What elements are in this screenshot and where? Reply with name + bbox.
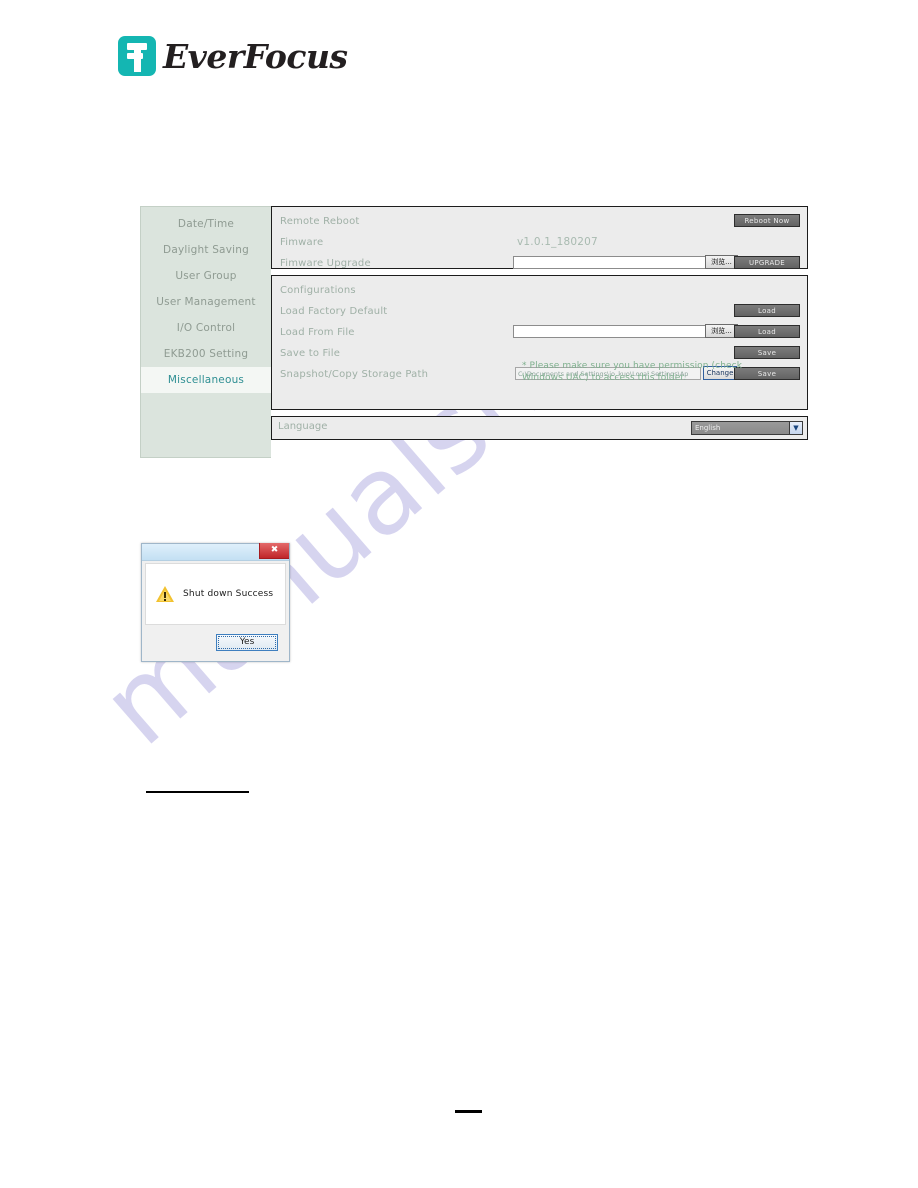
sidebar-item-date-time[interactable]: Date/Time xyxy=(141,211,271,237)
load-factory-default-row: Load Factory Default Load xyxy=(275,301,804,322)
dialog-confirm-button[interactable]: Yes xyxy=(216,633,278,651)
save-to-file-label: Save to File xyxy=(280,348,341,359)
configurations-panel: Configurations Load Factory Default Load… xyxy=(271,275,808,410)
save-to-file-button[interactable]: Save xyxy=(734,346,800,359)
firmware-label: Fimware xyxy=(280,237,324,248)
sidebar-item-miscellaneous[interactable]: Miscellaneous xyxy=(141,367,271,393)
language-selected-value: English xyxy=(695,424,721,432)
firmware-panel: Remote Reboot Reboot Now Fimware v1.0.1_… xyxy=(271,206,808,269)
sidebar-item-ekb200-setting[interactable]: EKB200 Setting xyxy=(141,341,271,367)
dialog-footer: Yes xyxy=(145,626,286,658)
remote-reboot-row: Remote Reboot Reboot Now xyxy=(275,211,804,232)
language-panel: Language English ▼ xyxy=(271,416,808,440)
snapshot-path-label: Snapshot/Copy Storage Path xyxy=(280,369,429,380)
firmware-upgrade-row: Fimware Upgrade 浏览... UPGRADE xyxy=(275,253,804,274)
language-select[interactable]: English ▼ xyxy=(691,421,803,435)
firmware-upgrade-label: Fimware Upgrade xyxy=(280,258,371,269)
dialog-message: Shut down Success xyxy=(183,589,274,599)
load-factory-default-button[interactable]: Load xyxy=(734,304,800,317)
dialog-body: Shut down Success xyxy=(145,563,286,625)
settings-content: Remote Reboot Reboot Now Fimware v1.0.1_… xyxy=(271,206,808,440)
sidebar-item-user-management[interactable]: User Management xyxy=(141,289,271,315)
sidebar-item-user-group[interactable]: User Group xyxy=(141,263,271,289)
load-factory-default-label: Load Factory Default xyxy=(280,306,388,317)
firmware-upgrade-input[interactable] xyxy=(513,256,707,269)
settings-application-screenshot: Date/Time Daylight Saving User Group Use… xyxy=(140,206,808,458)
load-from-file-input[interactable] xyxy=(513,325,707,338)
reboot-now-button[interactable]: Reboot Now xyxy=(734,214,800,227)
upgrade-button[interactable]: UPGRADE xyxy=(734,256,800,269)
firmware-version-value: v1.0.1_180207 xyxy=(517,236,598,248)
brand-name: EverFocus xyxy=(163,36,348,76)
close-icon[interactable]: ✖ xyxy=(259,543,289,559)
everfocus-f-logo-icon xyxy=(118,36,156,76)
dialog-titlebar: ✖ xyxy=(142,543,289,561)
settings-sidebar: Date/Time Daylight Saving User Group Use… xyxy=(140,206,271,458)
load-from-file-button[interactable]: Load xyxy=(734,325,800,338)
remote-reboot-label: Remote Reboot xyxy=(280,216,360,227)
sidebar-item-io-control[interactable]: I/O Control xyxy=(141,315,271,341)
footnote-divider xyxy=(146,791,249,793)
brand-logo: EverFocus xyxy=(118,34,348,78)
shutdown-success-dialog: ✖ Shut down Success Yes xyxy=(141,543,290,662)
load-from-file-label: Load From File xyxy=(280,327,355,338)
language-label: Language xyxy=(278,421,328,432)
page-number-divider xyxy=(455,1110,482,1113)
load-from-file-row: Load From File 浏览... Load xyxy=(275,322,804,343)
chevron-down-icon: ▼ xyxy=(789,422,802,434)
configurations-title-row: Configurations xyxy=(275,280,804,301)
uac-permission-note: * Please make sure you have permission (… xyxy=(522,361,743,383)
warning-triangle-icon xyxy=(156,586,174,602)
firmware-version-row: Fimware v1.0.1_180207 xyxy=(275,232,804,253)
sidebar-item-daylight-saving[interactable]: Daylight Saving xyxy=(141,237,271,263)
configurations-title: Configurations xyxy=(280,285,356,296)
